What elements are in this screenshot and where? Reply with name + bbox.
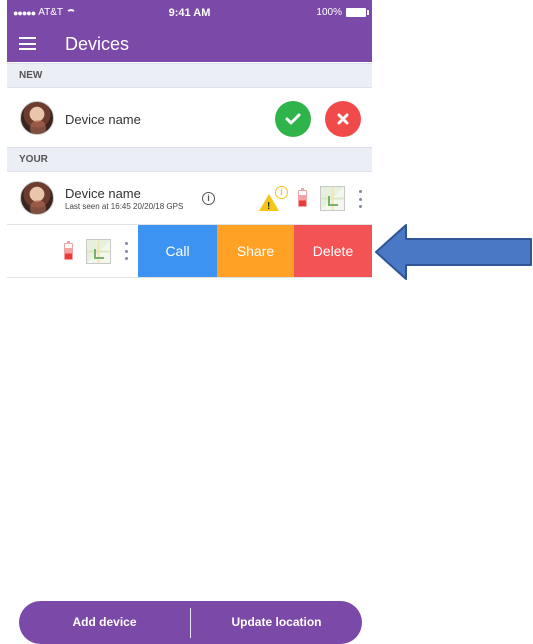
share-button[interactable]: Share (217, 225, 294, 277)
avatar (20, 101, 54, 135)
avatar (20, 181, 54, 215)
more-options-icon[interactable] (357, 190, 363, 208)
menu-icon[interactable] (19, 37, 36, 50)
device-name: Device name (65, 186, 141, 201)
nav-bar: Devices (7, 26, 372, 62)
accept-button[interactable] (275, 101, 311, 137)
new-device-row[interactable]: Device name (7, 89, 372, 147)
status-battery: 100% (316, 7, 369, 18)
battery-low-icon (64, 241, 73, 260)
battery-status-icon (346, 8, 369, 17)
map-thumbnail-icon[interactable] (320, 186, 345, 211)
bottom-action-bar: Add device Update location (19, 601, 362, 644)
warning-mark: ! (267, 201, 271, 212)
warning-info-icon[interactable]: i (275, 186, 288, 199)
check-icon (285, 113, 301, 125)
call-button[interactable]: Call (138, 225, 217, 277)
device-name: Device name (65, 112, 141, 127)
annotation-arrow-icon (375, 224, 532, 280)
bottom-bar-separator (190, 607, 191, 638)
last-seen-text: Last seen at 16:45 20/20/18 GPS (65, 202, 184, 211)
page-title: Devices (65, 34, 130, 54)
status-bar: ●●●●● AT&T 9:41 AM 100% (7, 0, 372, 22)
update-location-button[interactable]: Update location (191, 601, 362, 644)
section-header-your: YOUR (7, 147, 372, 172)
battery-percent: 100% (316, 7, 342, 18)
phone-screen: ●●●●● AT&T 9:41 AM 100% Devices NEW Devi… (7, 0, 372, 644)
more-options-icon[interactable] (123, 242, 129, 260)
top-bar: ●●●●● AT&T 9:41 AM 100% Devices (7, 0, 372, 62)
battery-low-icon (298, 188, 307, 207)
reject-button[interactable] (325, 101, 361, 137)
add-device-button[interactable]: Add device (19, 601, 190, 644)
info-icon[interactable]: i (202, 192, 215, 205)
your-device-row[interactable]: Device name Last seen at 16:45 20/20/18 … (7, 172, 372, 225)
map-thumbnail-icon[interactable] (86, 239, 111, 264)
section-header-new: NEW (7, 63, 372, 88)
row-divider (7, 277, 372, 278)
close-icon (337, 113, 349, 125)
delete-button[interactable]: Delete (294, 225, 372, 277)
